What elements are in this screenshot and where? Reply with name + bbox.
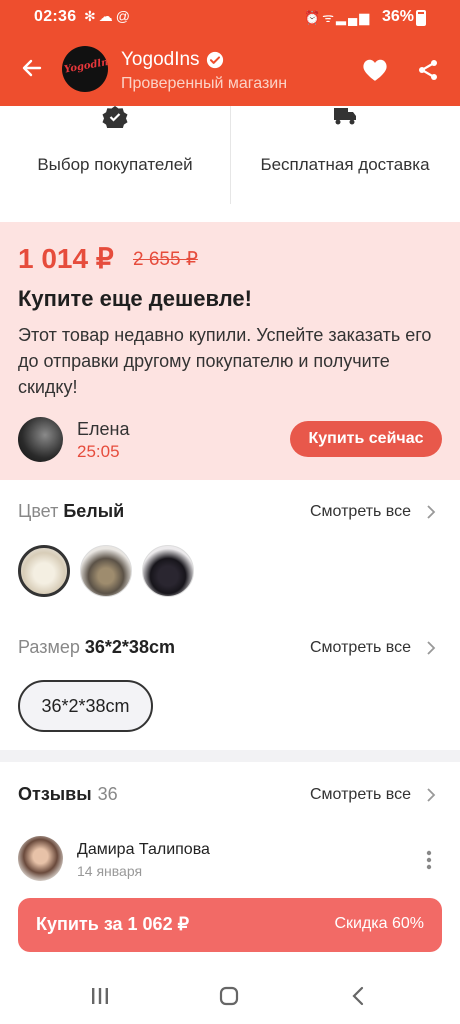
signal-icons: ⏰ᯤ▂▄▆ — [304, 10, 372, 25]
review-date: 14 января — [77, 863, 143, 879]
shop-logo[interactable]: Yogodlns — [62, 46, 108, 92]
color-see-all-link[interactable]: Смотреть все — [310, 503, 411, 521]
size-label-text: Размер — [18, 637, 80, 657]
battery-icon — [416, 10, 426, 26]
feature-buyers-choice: Выбор покупателей — [0, 106, 230, 206]
verified-check-icon — [206, 51, 224, 69]
promo-title: Купите еще дешевле! — [18, 286, 252, 311]
buy-now-button[interactable]: Купить сейчас — [290, 421, 442, 457]
verified-badge-icon — [102, 106, 128, 128]
favorite-heart-icon[interactable] — [362, 58, 388, 82]
status-time: 02:36 — [34, 8, 77, 25]
section-divider — [0, 750, 460, 762]
shop-subtitle: Проверенный магазин — [121, 75, 288, 92]
color-swatch-white[interactable] — [18, 545, 70, 597]
back-arrow-icon[interactable] — [20, 56, 44, 80]
back-icon[interactable] — [351, 986, 365, 1006]
reviews-count: 36 — [97, 784, 118, 804]
features-row: Выбор покупателей Бесплатная доставка — [0, 106, 460, 222]
buyer-name: Елена — [77, 419, 130, 439]
reviews-label: Отзывы — [18, 784, 92, 804]
truck-icon — [334, 108, 356, 125]
reviews-see-all-link[interactable]: Смотреть все — [310, 786, 411, 804]
shop-header: Yogodlns YogodIns Проверенный магазин — [0, 34, 460, 106]
shop-name[interactable]: YogodIns — [121, 49, 200, 71]
current-price: 1 014 ₽ — [18, 243, 114, 274]
reviewer-avatar — [18, 836, 63, 881]
color-label-text: Цвет — [18, 501, 59, 521]
old-price: 2 655 ₽ — [133, 249, 198, 270]
buyer-avatar — [18, 417, 63, 462]
buy-price-label: Купить за 1 062 ₽ — [36, 914, 190, 934]
color-swatch-black[interactable] — [142, 545, 194, 597]
notification-icons: ✻☁@ — [84, 8, 133, 24]
recent-apps-icon[interactable] — [91, 986, 109, 1006]
buy-bar-button[interactable]: Купить за 1 062 ₽ Скидка 60% — [18, 898, 442, 952]
discount-label: Скидка 60% — [334, 915, 424, 932]
battery-level: 36% — [382, 8, 415, 25]
feature-label: Бесплатная доставка — [260, 155, 430, 174]
color-label: Цвет Белый — [18, 501, 124, 522]
status-bar: 02:36 ✻☁@ ⏰ᯤ▂▄▆ 36% — [0, 0, 460, 34]
chevron-right-icon — [427, 505, 436, 519]
more-options-icon[interactable] — [426, 850, 432, 870]
chevron-right-icon — [427, 788, 436, 802]
shop-logo-text: Yogodlns — [63, 55, 108, 76]
reviews-title: Отзывы 36 — [18, 784, 118, 805]
promo-description: Этот товар недавно купили. Успейте заказ… — [18, 325, 432, 397]
feature-free-delivery: Бесплатная доставка — [230, 106, 460, 206]
home-icon[interactable] — [219, 986, 239, 1006]
size-value: 36*2*38cm — [84, 637, 175, 657]
color-swatch-gold[interactable] — [80, 545, 132, 597]
size-see-all-link[interactable]: Смотреть все — [310, 639, 411, 657]
app-header: 02:36 ✻☁@ ⏰ᯤ▂▄▆ 36% Yogodlns YogodIns Пр… — [0, 0, 460, 106]
feature-label: Выбор покупателей — [37, 155, 193, 174]
reviewer-name: Дамира Талипова — [77, 841, 210, 858]
color-value: Белый — [63, 501, 125, 521]
share-icon[interactable] — [416, 58, 440, 82]
countdown-timer: 25:05 — [77, 442, 120, 461]
size-label: Размер 36*2*38cm — [18, 637, 175, 658]
chevron-right-icon — [427, 641, 436, 655]
promo-banner: 1 014 ₽ 2 655 ₽ Купите еще дешевле! Этот… — [0, 222, 460, 480]
size-option-chip[interactable]: 36*2*38cm — [18, 680, 153, 732]
system-nav-bar — [0, 966, 460, 1024]
